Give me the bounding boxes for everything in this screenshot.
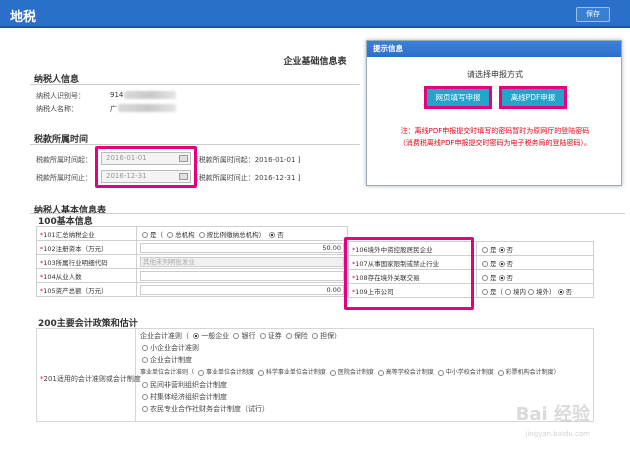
radio-no[interactable] [498, 274, 505, 281]
table-row: *105资产总额（万元） 0.00 [36, 282, 348, 297]
divider [30, 213, 625, 214]
table-row: *104从业人数 [36, 268, 348, 283]
table-row: *101汇总纳税企业 是（ 总机构 按比例缴纳总机构） 否 [36, 226, 348, 241]
radio-general-enterprise[interactable] [193, 333, 200, 339]
dialog-title: 提示信息 [367, 41, 621, 57]
taxpayer-id-value: 914 [110, 91, 124, 99]
radio-village-collective[interactable] [142, 394, 148, 400]
watermark-logo: Bai 经验 [515, 404, 590, 425]
radio-yes[interactable] [142, 231, 148, 238]
radio-enterprise-system[interactable] [142, 357, 148, 363]
total-assets-input[interactable]: 0.00 [140, 284, 344, 295]
period-start-label: 税款所属时间起： [36, 156, 92, 164]
radio-overseas[interactable] [528, 288, 534, 295]
policy-line: 民间非营利组织会计制度 [140, 380, 227, 390]
radio-small-enterprise[interactable] [142, 345, 148, 351]
highlight-box-web: 网页填写申报 [424, 86, 492, 109]
radio-head-office[interactable] [167, 231, 174, 238]
watermark-url: jingyan.baidu.com [525, 430, 590, 438]
dialog-note-line1: 注：离线PDF申报提交时填写的密码暂时为原网厅的登陆密码 [400, 127, 590, 135]
radio-yes[interactable] [482, 274, 488, 281]
radio-no[interactable] [498, 246, 505, 253]
web-declare-button[interactable]: 网页填写申报 [427, 89, 489, 106]
policy-line: 企业会计准则（ 一般企业 银行 证券 保险 担保） [140, 332, 342, 340]
radio-no[interactable] [269, 231, 276, 238]
redacted-mask [118, 104, 176, 112]
employee-count-input[interactable] [140, 270, 344, 281]
radio-yes[interactable] [482, 288, 488, 295]
taxpayer-id-label: 纳税人识别号： [36, 92, 85, 100]
declaration-method-dialog: 提示信息 请选择申报方式 网页填写申报 离线PDF申报 注：离线PDF申报提交时… [366, 40, 622, 186]
registered-capital-input[interactable]: 50.00 [140, 242, 344, 253]
radio-university[interactable] [377, 369, 384, 376]
basic-info-table-left: *101汇总纳税企业 是（ 总机构 按比例缴纳总机构） 否 *102注册资本（万… [36, 226, 348, 297]
radio-yes[interactable] [482, 260, 488, 267]
radio-cooperative[interactable] [142, 406, 148, 412]
radio-school[interactable] [437, 369, 444, 376]
top-bar: 地税 保存 [0, 0, 630, 28]
highlight-box-period [95, 146, 197, 188]
policy-line: 企业会计制度 [140, 355, 192, 365]
policy-line: 农民专业合作社财务会计制度（试行） [140, 404, 269, 414]
divider [30, 144, 360, 145]
highlight-box-basic-right [344, 237, 474, 310]
pdf-declare-button[interactable]: 离线PDF申报 [502, 89, 564, 106]
radio-science-institution[interactable] [257, 369, 264, 376]
radio-securities[interactable] [259, 333, 266, 339]
radio-domestic[interactable] [505, 288, 511, 295]
radio-bank[interactable] [233, 333, 240, 339]
redacted-mask [124, 91, 176, 99]
radio-no[interactable] [498, 260, 505, 267]
taxpayer-name-value: 广 [110, 105, 117, 113]
radio-insurance[interactable] [285, 333, 292, 339]
highlight-box-pdf: 离线PDF申报 [499, 86, 567, 109]
divider [30, 84, 360, 85]
policy-line: 小企业会计准则 [140, 343, 199, 353]
policy-line: 村集体经济组织会计制度 [140, 392, 227, 402]
radio-public-institution[interactable] [197, 369, 204, 376]
table-row: *102注册资本（万元） 50.00 [36, 240, 348, 255]
radio-hospital[interactable] [329, 369, 336, 376]
radio-no[interactable] [557, 288, 564, 295]
industry-code-select[interactable]: 其他未列明批发业 [140, 256, 344, 267]
dialog-note-line2: （消费税离线PDF申报提交时密码为电子税务局的登陆密码）。 [398, 139, 592, 147]
policy-row-label: *201适用的会计准则或会计制度 [40, 375, 141, 383]
period-start-hint: [税款所属时间起：2016-01-01 ] [196, 156, 301, 164]
app-logo: 地税 [10, 10, 37, 25]
radio-lottery[interactable] [497, 369, 504, 376]
dialog-prompt: 请选择申报方式 [467, 70, 523, 79]
period-end-hint: [税款所属时间止：2016-12-31 ] [196, 174, 301, 182]
radio-proportional[interactable] [198, 231, 205, 238]
radio-guarantee[interactable] [312, 333, 319, 339]
policy-line: 事业单位会计准则（ 事业单位会计制度 科学事业单位会计制度 医院会计制度 高等学… [140, 369, 560, 376]
period-end-label: 税款所属时间止： [36, 174, 92, 182]
radio-yes[interactable] [482, 246, 488, 253]
radio-nonprofit[interactable] [142, 382, 148, 388]
save-button[interactable]: 保存 [576, 7, 610, 22]
taxpayer-name-label: 纳税人名称： [36, 105, 78, 113]
table-row: *103所属行业明细代码 其他未列明批发业 [36, 254, 348, 269]
